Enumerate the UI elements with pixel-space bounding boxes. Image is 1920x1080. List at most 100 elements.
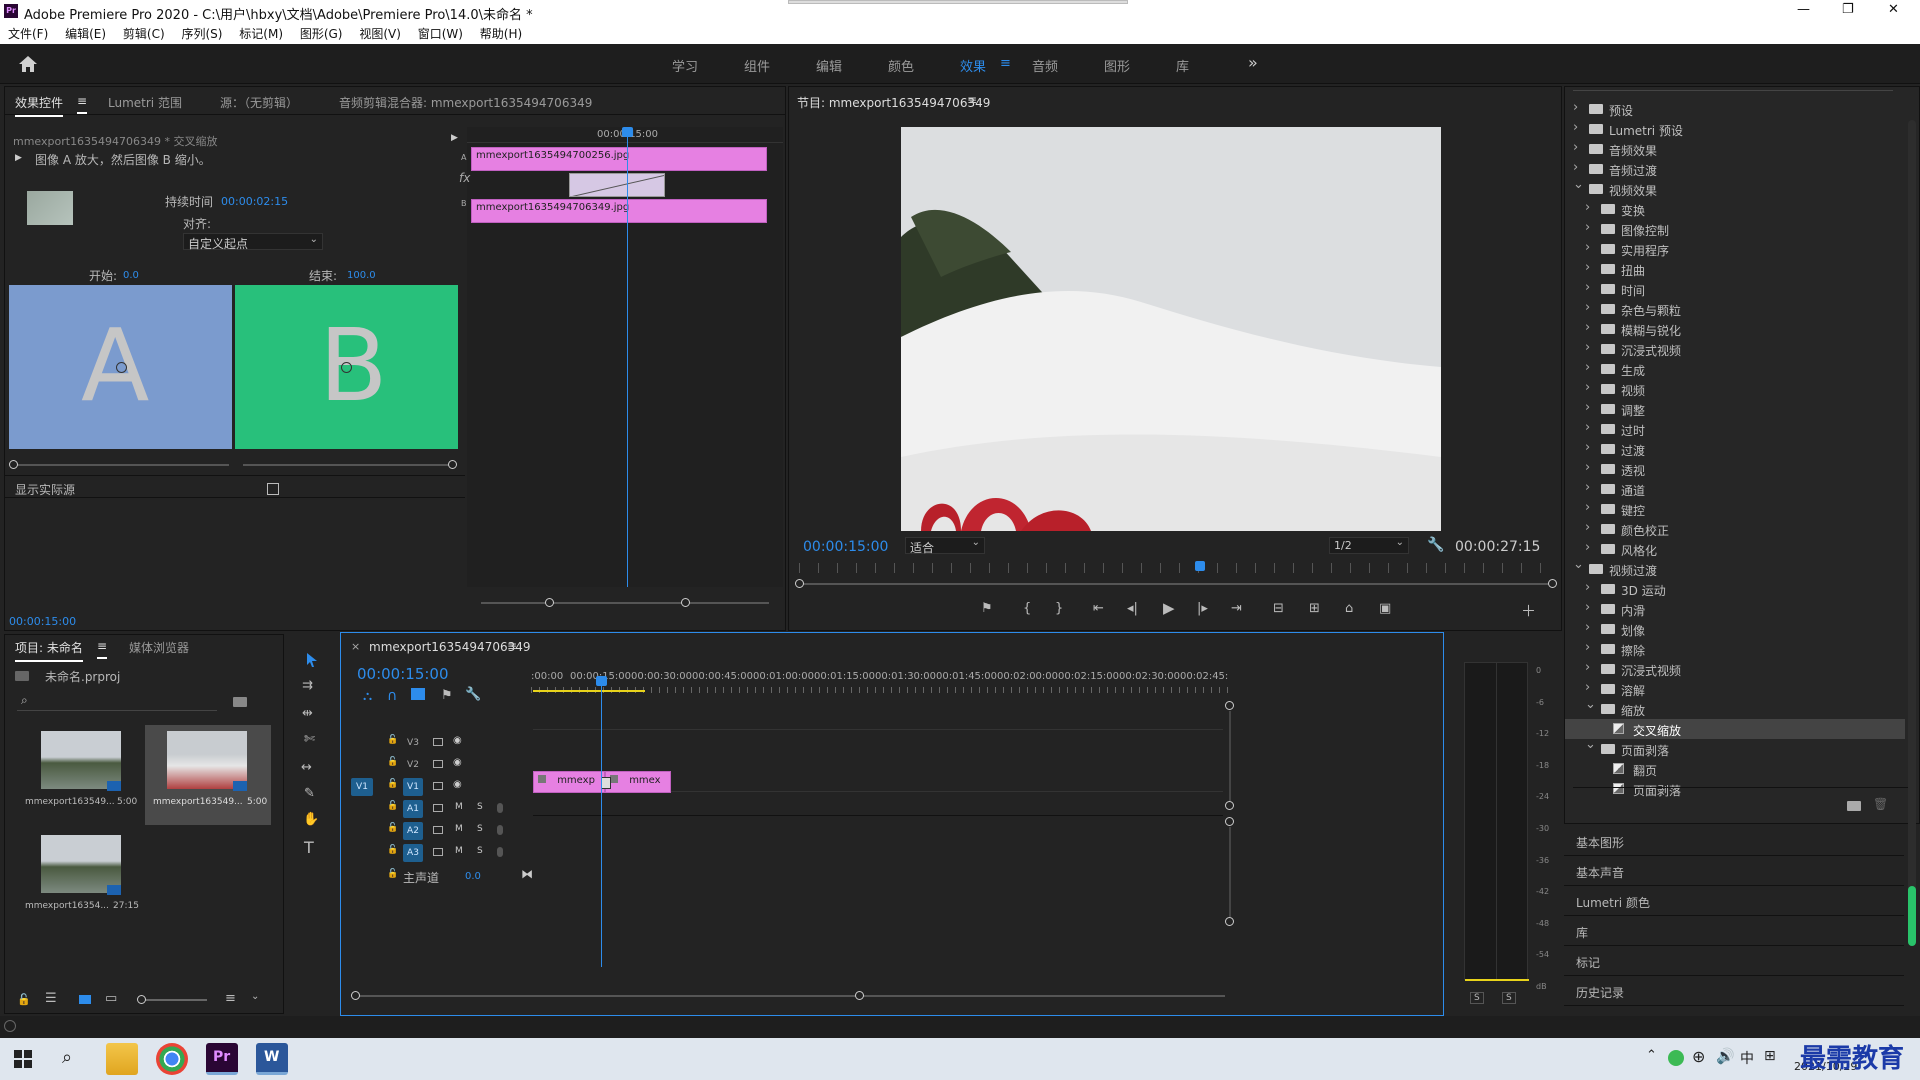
effect-controls-timecode[interactable]: 00:00:15:00 xyxy=(9,615,76,628)
chevron-right-icon[interactable]: › xyxy=(1585,260,1590,275)
scroll-handle-right[interactable] xyxy=(855,991,864,1000)
pen-tool-icon[interactable]: ✎ xyxy=(304,786,315,801)
menu-edit[interactable]: 编辑(E) xyxy=(65,25,106,42)
sort-icon[interactable]: ≡ xyxy=(225,991,236,1006)
section-history[interactable]: 历史记录 xyxy=(1564,976,1904,1006)
chevron-right-icon[interactable]: › xyxy=(1585,580,1590,595)
track-label[interactable]: A3 xyxy=(403,844,423,862)
chevron-right-icon[interactable]: › xyxy=(1573,160,1578,175)
chevron-right-icon[interactable]: › xyxy=(1585,500,1590,515)
type-tool-icon[interactable]: T xyxy=(304,838,314,857)
show-actual-sources-checkbox[interactable] xyxy=(267,483,279,495)
microphone-icon[interactable] xyxy=(497,803,503,813)
track-label[interactable]: A1 xyxy=(403,800,423,818)
track-select-tool-icon[interactable]: ⇉ xyxy=(302,678,313,693)
timeline-timecode[interactable]: 00:00:15:00 xyxy=(357,665,449,683)
chevron-right-icon[interactable]: › xyxy=(1585,300,1590,315)
volume-icon[interactable]: 🔊 xyxy=(1716,1047,1735,1065)
export-frame-icon[interactable]: ⌂ xyxy=(1345,601,1353,616)
chevron-right-icon[interactable]: › xyxy=(1585,480,1590,495)
menu-graphics[interactable]: 图形(G) xyxy=(300,25,343,42)
effects-search-area[interactable] xyxy=(1573,81,1893,91)
menu-clip[interactable]: 剪辑(C) xyxy=(123,25,165,42)
hand-tool-icon[interactable]: ✋ xyxy=(303,812,319,827)
mini-transition[interactable] xyxy=(569,173,665,197)
tab-project[interactable]: 项目: 未命名 xyxy=(15,639,83,662)
list-view-icon[interactable]: ☰ xyxy=(45,991,57,1006)
track-label[interactable]: V1 xyxy=(403,778,423,796)
effects-folder[interactable]: › 内滑 xyxy=(1565,599,1905,619)
tab-menu-icon[interactable]: ≡ xyxy=(77,94,88,114)
workspace-assembly[interactable]: 组件 xyxy=(744,56,770,75)
slip-tool-icon[interactable]: ↔ xyxy=(301,760,312,775)
tab-media-browser[interactable]: 媒体浏览器 xyxy=(129,639,189,656)
chevron-right-icon[interactable]: › xyxy=(1585,600,1590,615)
mini-clip-b[interactable]: mmexport1635494706349.jpg xyxy=(471,199,767,223)
chevron-right-icon[interactable]: › xyxy=(1585,440,1590,455)
lock-icon[interactable]: 🔓 xyxy=(387,757,398,767)
lock-icon[interactable]: 🔓 xyxy=(387,801,398,811)
ime-icon[interactable]: ⊞ xyxy=(1764,1048,1776,1064)
microphone-icon[interactable] xyxy=(497,825,503,835)
home-icon[interactable] xyxy=(18,55,38,73)
lock-icon[interactable]: 🔓 xyxy=(387,779,398,789)
toggle-sync-lock-icon[interactable] xyxy=(433,738,443,746)
section-libraries[interactable]: 库 xyxy=(1564,916,1904,946)
toggle-sync-lock-icon[interactable] xyxy=(433,848,443,856)
fit-dropdown[interactable]: 适合 ⌄ xyxy=(905,537,985,555)
thumbnail-size-slider[interactable] xyxy=(137,995,207,1004)
effects-folder[interactable]: › Lumetri 预设 xyxy=(1565,119,1905,139)
new-search-bin-icon[interactable] xyxy=(233,697,247,707)
workspace-learn[interactable]: 学习 xyxy=(672,56,698,75)
end-slider[interactable] xyxy=(243,460,457,469)
delete-icon[interactable]: 🗑 xyxy=(1873,797,1888,811)
mini-playhead-handle[interactable] xyxy=(622,127,633,137)
timeline-settings-icon[interactable]: 🔧 xyxy=(465,687,481,702)
transition-marker[interactable] xyxy=(601,777,611,789)
effects-folder[interactable]: › 风格化 xyxy=(1565,539,1905,559)
track-label[interactable]: A2 xyxy=(403,822,423,840)
effects-folder[interactable]: › 过时 xyxy=(1565,419,1905,439)
mini-clip-a[interactable]: mmexport1635494700256.jpg xyxy=(471,147,767,171)
chevron-right-icon[interactable]: › xyxy=(1585,220,1590,235)
chevron-right-icon[interactable]: › xyxy=(1585,280,1590,295)
source-patch-v1[interactable]: V1 xyxy=(351,778,373,796)
effects-folder[interactable]: › 变换 xyxy=(1565,199,1905,219)
chrome-icon[interactable] xyxy=(156,1043,188,1075)
chevron-right-icon[interactable]: › xyxy=(1585,420,1590,435)
mute-button[interactable]: M xyxy=(455,846,463,856)
premiere-taskbar-icon[interactable]: Pr xyxy=(206,1043,238,1075)
preview-a[interactable]: A xyxy=(9,285,232,449)
go-to-next-edit-icon[interactable]: ⧓ xyxy=(521,867,533,881)
chevron-right-icon[interactable]: › xyxy=(1585,620,1590,635)
effects-folder[interactable]: ⌄ 视频过渡 xyxy=(1565,557,1905,579)
minimize-button[interactable]: — xyxy=(1797,2,1810,17)
chevron-right-icon[interactable]: › xyxy=(1573,140,1578,155)
tab-lumetri-scopes[interactable]: Lumetri 范围 xyxy=(108,94,182,111)
menu-file[interactable]: 文件(F) xyxy=(8,25,48,42)
program-playhead[interactable] xyxy=(1195,561,1205,571)
slider-handle[interactable] xyxy=(9,460,18,469)
project-item-selected[interactable]: mmexport163549... 5:00 xyxy=(145,725,271,825)
workspace-editing[interactable]: 编辑 xyxy=(816,56,842,75)
chevron-down-icon[interactable]: ⌄ xyxy=(1585,697,1596,712)
timeline-close-icon[interactable]: × xyxy=(351,640,360,653)
chevron-down-icon[interactable]: ⌄ xyxy=(1573,557,1584,572)
snap-icon[interactable]: ∩ xyxy=(387,688,397,704)
chevron-right-icon[interactable]: › xyxy=(1585,320,1590,335)
linked-selection-icon[interactable] xyxy=(411,688,425,700)
play-icon[interactable]: ▶ xyxy=(1163,599,1175,617)
preview-b[interactable]: B xyxy=(235,285,458,449)
chevron-right-icon[interactable]: › xyxy=(1585,640,1590,655)
duration-value[interactable]: 00:00:02:15 xyxy=(221,195,288,208)
menu-help[interactable]: 帮助(H) xyxy=(480,25,522,42)
lock-icon[interactable]: 🔓 xyxy=(387,735,398,745)
step-forward-icon[interactable]: |▸ xyxy=(1197,601,1208,616)
scroll-handle-right[interactable] xyxy=(1548,579,1557,588)
program-menu-icon[interactable]: ≡ xyxy=(967,93,977,107)
effects-folder[interactable]: › 预设 xyxy=(1565,99,1905,119)
workspace-more-icon[interactable]: » xyxy=(1248,53,1258,72)
tab-project-menu-icon[interactable]: ≡ xyxy=(97,639,108,659)
project-search-input[interactable]: ⌕ xyxy=(17,693,217,711)
timeline-horizontal-scroll[interactable] xyxy=(351,991,1225,1000)
